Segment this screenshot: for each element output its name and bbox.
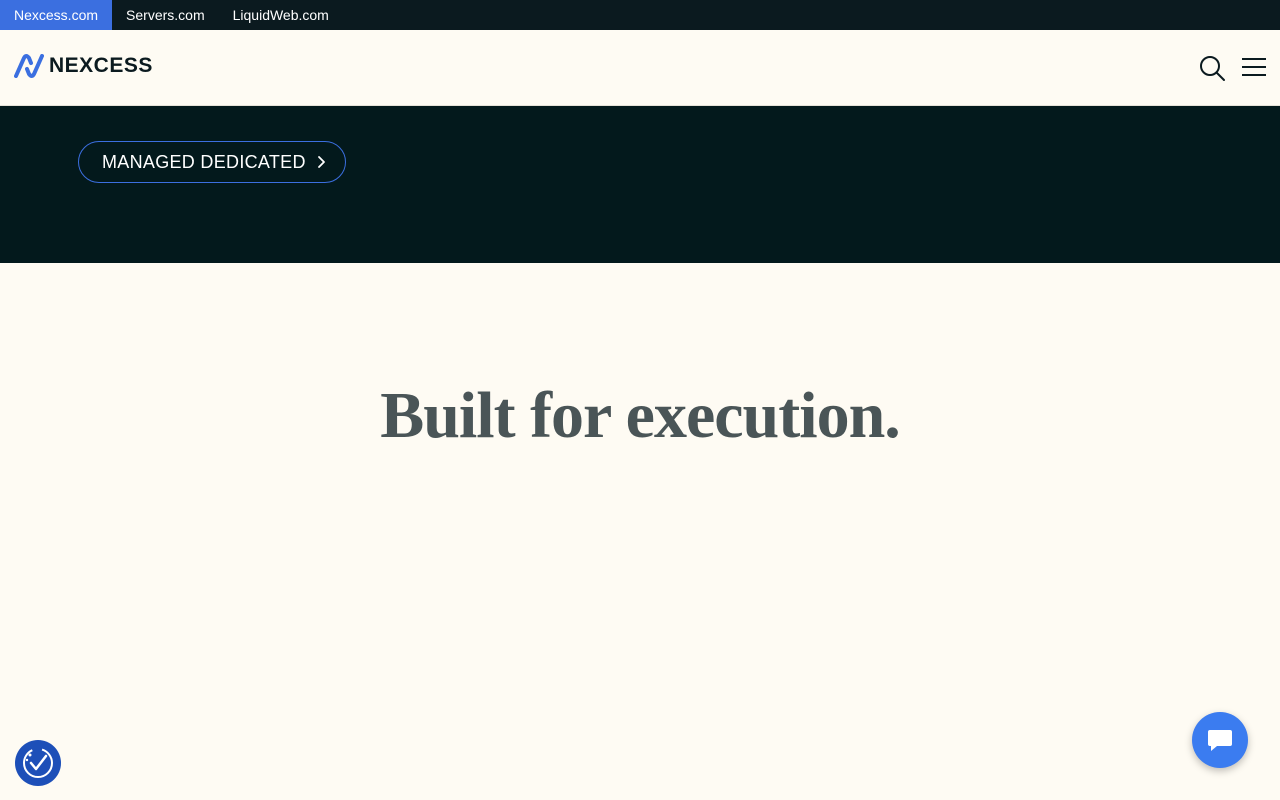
hero-band: MANAGED DEDICATED: [0, 106, 1280, 263]
nexcess-logo-icon: [14, 54, 44, 78]
main-header: NEXCESS: [0, 30, 1280, 106]
chat-bubble-icon: [1208, 730, 1232, 751]
page-headline: Built for execution.: [380, 379, 901, 452]
accessibility-icon: [23, 748, 53, 778]
managed-dedicated-button[interactable]: MANAGED DEDICATED: [78, 141, 346, 183]
search-icon: [1200, 56, 1225, 81]
search-button[interactable]: [1198, 54, 1226, 82]
accessibility-button[interactable]: [15, 740, 61, 786]
chevron-right-icon: [317, 156, 325, 168]
menu-button[interactable]: [1240, 54, 1268, 82]
nexcess-logo[interactable]: NEXCESS: [14, 54, 153, 78]
site-link-servers[interactable]: Servers.com: [112, 0, 219, 30]
site-switcher-bar: Nexcess.com Servers.com LiquidWeb.com: [0, 0, 1280, 30]
chat-button[interactable]: [1192, 712, 1248, 768]
logo-text: NEXCESS: [49, 54, 153, 77]
managed-dedicated-label: MANAGED DEDICATED: [102, 151, 306, 172]
hamburger-menu-icon: [1242, 58, 1266, 76]
site-link-liquidweb[interactable]: LiquidWeb.com: [219, 0, 343, 30]
site-link-nexcess[interactable]: Nexcess.com: [0, 0, 113, 30]
